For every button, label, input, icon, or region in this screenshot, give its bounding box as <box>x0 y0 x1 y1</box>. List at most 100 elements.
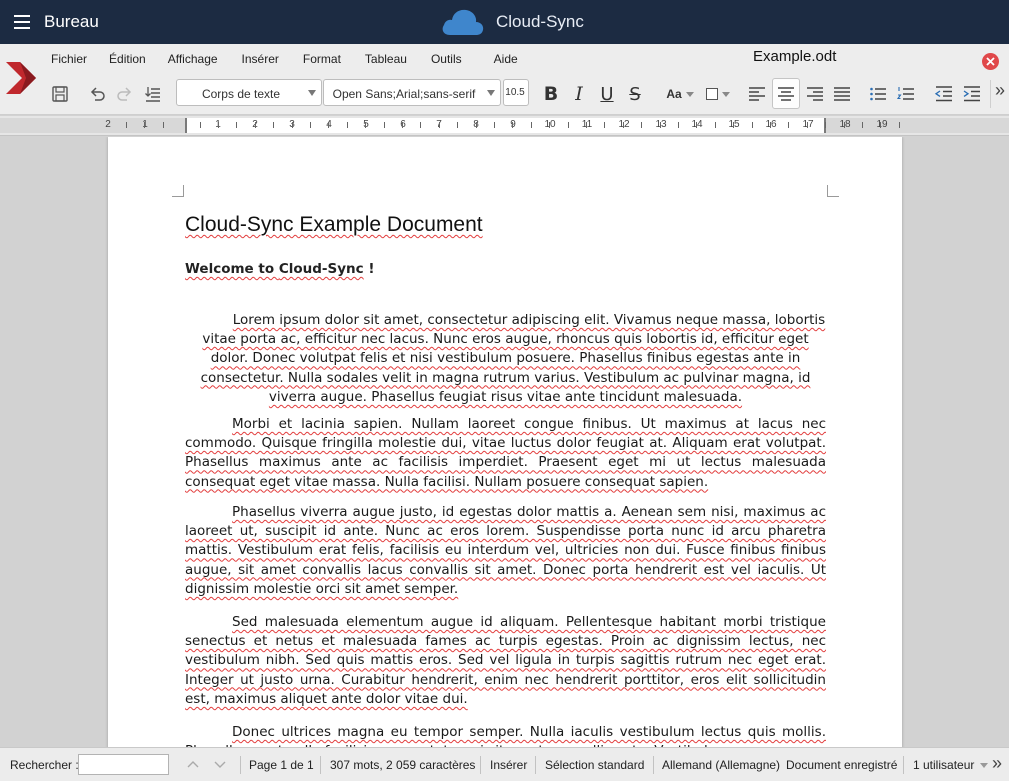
subtitle-part: Welcome to <box>185 261 279 277</box>
ruler-label: 17 <box>802 119 814 130</box>
menu-fichier[interactable]: Fichier <box>51 50 87 70</box>
statusbar-overflow-button[interactable]: » <box>992 753 1002 774</box>
paragraph-1-text: Lorem ipsum dolor sit amet, consectetur … <box>200 312 826 405</box>
ruler-tick <box>328 122 329 128</box>
menu-outils[interactable]: Outils <box>431 50 462 70</box>
selection-mode[interactable]: Sélection standard <box>545 758 644 772</box>
justify-icon <box>834 87 850 101</box>
hamburger-menu-icon[interactable] <box>14 15 30 29</box>
chevron-down-icon <box>487 90 495 96</box>
italic-button[interactable]: I <box>567 80 591 108</box>
numbering-button[interactable] <box>894 80 918 108</box>
document-state: Document enregistré <box>786 758 898 772</box>
character-highlight-button[interactable] <box>702 80 734 108</box>
divider <box>535 756 536 774</box>
highlight-swatch-icon <box>706 88 718 100</box>
menu-affichage[interactable]: Affichage <box>168 50 218 70</box>
ruler-tick <box>844 122 845 128</box>
title-text: Cloud-Sync Example Document <box>185 213 483 236</box>
ruler-tick <box>476 122 477 128</box>
justify-button[interactable] <box>830 80 854 108</box>
bold-button[interactable]: B <box>539 80 563 108</box>
cloud-icon <box>442 9 484 35</box>
list-icon <box>145 87 160 102</box>
paragraph-4-text: Sed malesuada elementum augue id aliquam… <box>185 614 826 707</box>
paragraph-2-text: Morbi et lacinia sapien. Nullam laoreet … <box>185 416 826 490</box>
save-button[interactable] <box>48 80 72 108</box>
toolbar-overflow-button[interactable]: » <box>990 80 1009 108</box>
ruler-label: 5 <box>363 119 369 130</box>
ruler-label: 1 <box>142 119 148 130</box>
underline-button[interactable]: U <box>595 80 619 108</box>
page-count: Page 1 de 1 <box>249 758 314 772</box>
document-page[interactable]: Cloud-Sync Example Document Welcome to C… <box>108 137 902 747</box>
paragraph-4: Sed malesuada elementum augue id aliquam… <box>185 613 826 709</box>
ruler-tick <box>292 122 293 128</box>
search-input[interactable] <box>78 754 169 775</box>
ruler-label: 6 <box>400 119 406 130</box>
ruler-label: 19 <box>876 119 888 130</box>
divider <box>320 756 321 774</box>
align-left-icon <box>749 87 765 101</box>
menu-tableau[interactable]: Tableau <box>365 50 407 70</box>
ruler-tick <box>678 122 679 128</box>
indent-increase-icon <box>963 86 980 102</box>
menu-bar: Fichier Édition Affichage Insérer Format… <box>40 50 518 70</box>
menu-edition[interactable]: Édition <box>109 50 146 70</box>
ruler-tick <box>218 122 219 128</box>
document-area: Cloud-Sync Example Document Welcome to C… <box>0 137 1009 747</box>
subtitle-brand: Cloud-Sync <box>278 261 364 277</box>
ruler-label: 13 <box>655 119 667 130</box>
divider <box>240 756 241 774</box>
user-count[interactable]: 1 utilisateur <box>913 758 974 772</box>
ruler-tick <box>420 122 421 128</box>
chevron-down-icon <box>685 91 694 97</box>
paragraph-3: Phasellus viverra augue justo, id egesta… <box>185 503 826 599</box>
change-case-button[interactable]: Aa <box>663 80 697 108</box>
paragraph-style-select[interactable]: Corps de texte <box>176 79 322 106</box>
menu-format[interactable]: Format <box>303 50 341 70</box>
undo-button[interactable] <box>86 80 108 108</box>
search-next-icon[interactable] <box>212 756 228 772</box>
menu-aide[interactable]: Aide <box>494 50 518 70</box>
redo-icon <box>117 87 132 101</box>
align-center-button[interactable] <box>772 78 800 109</box>
ruler-tick <box>696 122 697 128</box>
insert-mode[interactable]: Insérer <box>490 758 527 772</box>
align-right-icon <box>807 87 823 101</box>
redo-button[interactable] <box>114 80 136 108</box>
paragraph-style-value: Corps de texte <box>201 87 281 101</box>
ruler-tick <box>494 122 495 128</box>
ruler-tick <box>880 122 881 128</box>
close-document-button[interactable] <box>982 53 999 70</box>
ruler-tick <box>568 122 569 128</box>
font-size-select[interactable]: 10.5 <box>503 79 529 106</box>
decrease-indent-button[interactable] <box>932 80 956 108</box>
font-name-select[interactable]: Open Sans;Arial;sans-serif <box>323 79 501 106</box>
ruler-tick <box>365 122 366 128</box>
strikethrough-button[interactable]: S <box>623 80 647 108</box>
search-label: Rechercher : <box>10 758 79 772</box>
menu-inserer[interactable]: Insérer <box>242 50 279 70</box>
increase-indent-button[interactable] <box>960 80 984 108</box>
document-language[interactable]: Allemand (Allemagne) <box>662 758 780 772</box>
paragraph-1: Lorem ipsum dolor sit amet, consectetur … <box>185 311 826 407</box>
formatting-marks-button[interactable] <box>142 80 164 108</box>
app-title[interactable]: Bureau <box>44 12 99 32</box>
document-subtitle: Welcome to Cloud-Sync ! <box>185 261 375 277</box>
ruler-tick <box>899 122 900 128</box>
search-prev-icon[interactable] <box>185 756 201 772</box>
brand-name: Cloud-Sync <box>496 12 584 31</box>
ruler-tick <box>807 122 808 128</box>
ruler-tick <box>549 122 550 128</box>
align-right-button[interactable] <box>803 80 827 108</box>
paragraph-5: Donec ultrices magna eu tempor semper. N… <box>185 723 826 747</box>
ruler-tick <box>660 122 661 128</box>
align-left-button[interactable] <box>745 80 769 108</box>
margin-corner-mark <box>827 185 839 197</box>
ruler-tick <box>604 122 605 128</box>
bullets-button[interactable] <box>866 80 890 108</box>
ruler-tick <box>733 122 734 128</box>
office-logo-icon[interactable] <box>4 58 38 98</box>
ruler-tick <box>641 122 642 128</box>
